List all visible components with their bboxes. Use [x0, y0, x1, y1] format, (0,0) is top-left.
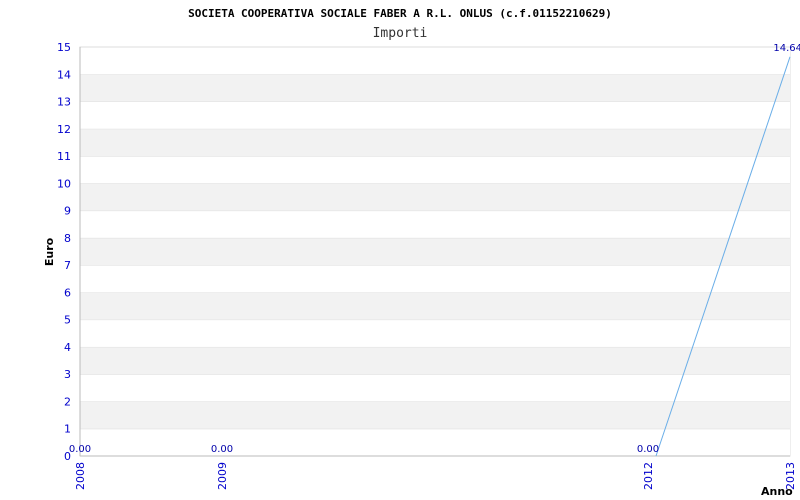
grid-band: [80, 319, 790, 347]
y-tick-label: 10: [57, 177, 71, 190]
y-tick-label: 13: [57, 96, 71, 109]
grid-band: [80, 346, 790, 375]
data-label: 0.00: [211, 444, 233, 455]
x-tick-label: 2012: [642, 462, 655, 490]
line-chart: SOCIETA COOPERATIVA SOCIALE FABER A R.L.…: [43, 7, 800, 498]
grid-band: [80, 265, 790, 293]
y-tick-label: 7: [64, 259, 71, 272]
grid-band: [80, 401, 790, 429]
grid-band: [80, 237, 790, 266]
y-tick-label: 14: [57, 68, 71, 81]
y-tick-label: 12: [57, 123, 71, 136]
data-label: 14.64: [773, 43, 800, 54]
grid-band: [80, 47, 790, 75]
y-axis-label: Euro: [43, 237, 56, 266]
grid-band: [80, 183, 790, 211]
y-tick-label: 11: [57, 150, 71, 163]
chart-subtitle: Importi: [373, 26, 428, 41]
y-tick-label: 9: [64, 205, 71, 218]
y-tick-label: 8: [64, 232, 71, 245]
grid-band: [80, 74, 790, 102]
x-tick-label: 2009: [216, 462, 229, 490]
y-tick-label: 6: [64, 286, 71, 299]
x-tick-label: 2008: [74, 462, 87, 490]
x-axis-label: Anno: [761, 485, 793, 498]
grid-band: [80, 210, 790, 238]
y-tick-label: 2: [64, 395, 71, 408]
y-axis-ticks: 0123456789101112131415: [57, 41, 71, 463]
grid-band: [80, 128, 790, 157]
data-label: 0.00: [69, 444, 91, 455]
y-tick-label: 5: [64, 314, 71, 327]
chart-title: SOCIETA COOPERATIVA SOCIALE FABER A R.L.…: [188, 7, 612, 20]
grid-band: [80, 428, 790, 456]
grid-band: [80, 156, 790, 184]
grid-bands: [79, 46, 791, 457]
y-tick-label: 1: [64, 423, 71, 436]
grid-band: [80, 374, 790, 402]
grid-band: [80, 292, 790, 320]
y-tick-label: 4: [64, 341, 71, 354]
data-label: 0.00: [637, 444, 659, 455]
x-axis-ticks: 2008 2009 2012 2013: [74, 462, 797, 490]
grid-band: [80, 101, 790, 129]
y-tick-label: 3: [64, 368, 71, 381]
y-tick-label: 15: [57, 41, 71, 54]
